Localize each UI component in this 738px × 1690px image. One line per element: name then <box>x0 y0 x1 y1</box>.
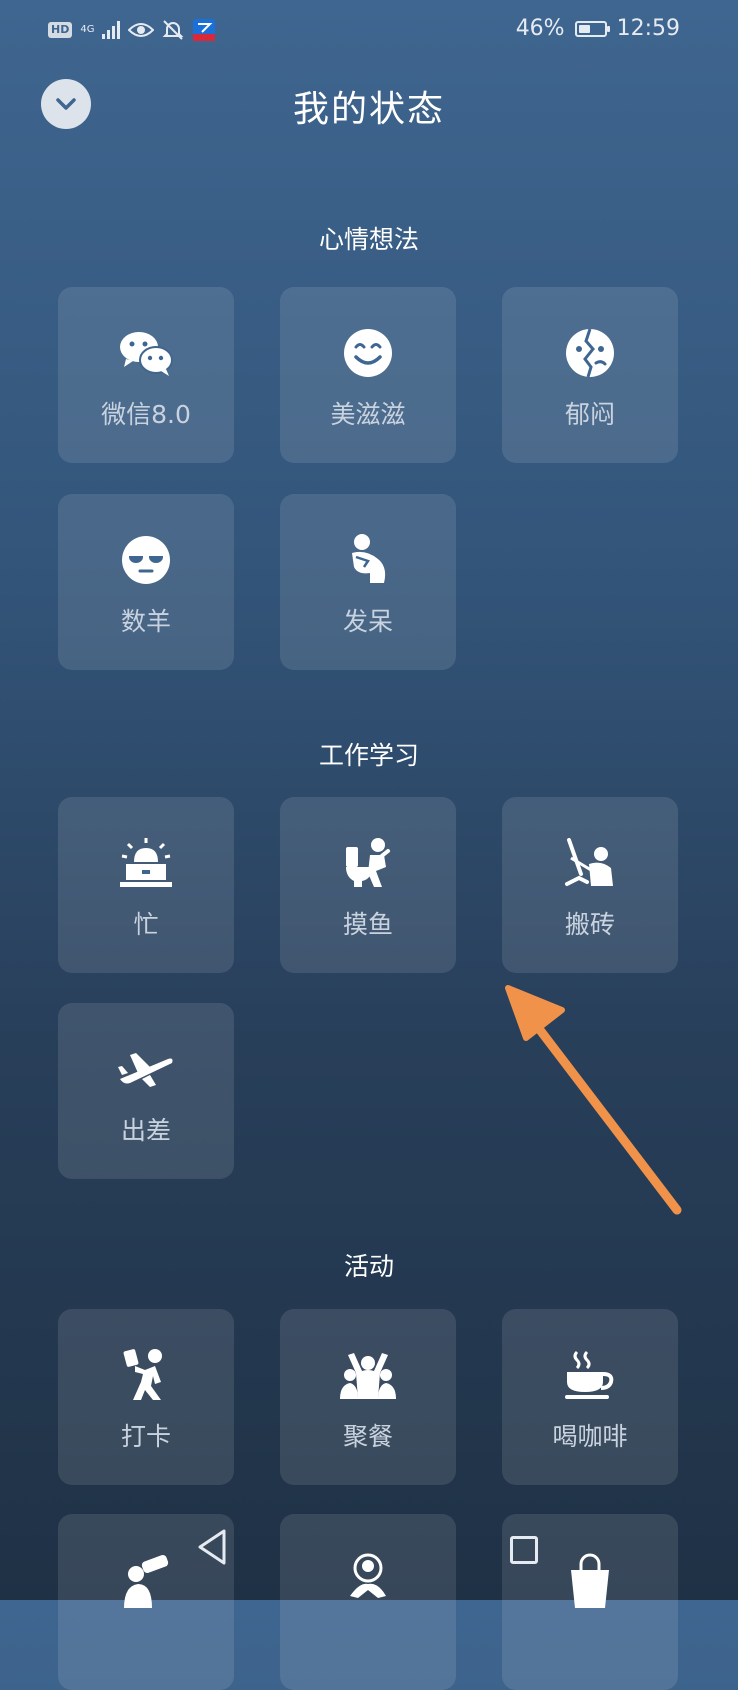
section-title-activity: 活动 <box>343 1252 394 1281</box>
status-bar: HD 4G 46% 12:59 <box>0 0 738 64</box>
tile-label: 数羊 <box>120 607 171 636</box>
status-tile-happy[interactable]: 美滋滋 <box>280 287 456 463</box>
nav-recent-apps-icon[interactable] <box>510 1536 538 1564</box>
toilet-icon <box>338 835 398 891</box>
smile-icon <box>338 325 398 381</box>
section-title-mood: 心情想法 <box>318 225 419 254</box>
tile-label: 打卡 <box>120 1422 171 1451</box>
signal-icon <box>102 21 121 39</box>
battery-fill <box>578 24 590 33</box>
tile-label: 摸鱼 <box>342 910 393 939</box>
eye-icon <box>128 23 155 37</box>
status-tile-check-in[interactable]: 打卡 <box>58 1309 234 1485</box>
app-notification-icon <box>193 19 216 41</box>
tile-label: 美滋滋 <box>330 400 406 429</box>
battery-icon <box>574 20 610 37</box>
broken-face-icon <box>560 325 620 381</box>
status-icons-right: 46% 12:59 <box>516 16 680 41</box>
page-title: 我的状态 <box>292 89 445 130</box>
tile-label: 忙 <box>133 910 159 939</box>
worker-icon <box>560 835 620 891</box>
status-tile-wechat[interactable]: 微信8.0 <box>58 287 234 463</box>
battery-percent: 46% <box>515 16 565 41</box>
status-tile-daydream[interactable]: 发呆 <box>280 494 456 670</box>
tile-label: 喝咖啡 <box>552 1422 628 1451</box>
status-tile-gloomy[interactable]: 郁闷 <box>502 287 678 463</box>
tile-label: 出差 <box>120 1116 171 1145</box>
group-icon <box>338 1347 398 1403</box>
sleepy-face-icon <box>116 532 176 588</box>
tile-label: 聚餐 <box>342 1422 393 1451</box>
network-type: 4G <box>80 24 95 35</box>
coffee-icon <box>560 1347 620 1403</box>
status-tile-hard-work[interactable]: 搬砖 <box>502 797 678 973</box>
tile-label: 搬砖 <box>564 910 615 939</box>
system-nav-bar <box>0 1508 738 1600</box>
status-icons-left: HD 4G <box>48 18 216 42</box>
hd-icon: HD <box>48 22 73 38</box>
tile-label: 发呆 <box>342 607 393 636</box>
checkin-icon <box>116 1347 176 1403</box>
status-tile-counting-sheep[interactable]: 数羊 <box>58 494 234 670</box>
status-tile-slacking[interactable]: 摸鱼 <box>280 797 456 973</box>
mute-bell-icon <box>163 20 184 40</box>
thinker-icon <box>338 532 398 588</box>
status-tile-dinner[interactable]: 聚餐 <box>280 1309 456 1485</box>
status-tile-busy[interactable]: 忙 <box>58 797 234 973</box>
status-tile-coffee[interactable]: 喝咖啡 <box>502 1309 678 1485</box>
clock: 12:59 <box>616 16 680 41</box>
nav-back-icon[interactable] <box>196 1528 228 1566</box>
section-title-work: 工作学习 <box>318 741 419 770</box>
wechat-icon <box>116 325 176 381</box>
siren-laptop-icon <box>116 835 176 891</box>
header: 我的状态 <box>0 70 738 140</box>
airplane-icon <box>116 1041 176 1097</box>
tile-label: 郁闷 <box>564 400 615 429</box>
tile-label: 微信8.0 <box>101 400 191 429</box>
status-tile-business-trip[interactable]: 出差 <box>58 1003 234 1179</box>
